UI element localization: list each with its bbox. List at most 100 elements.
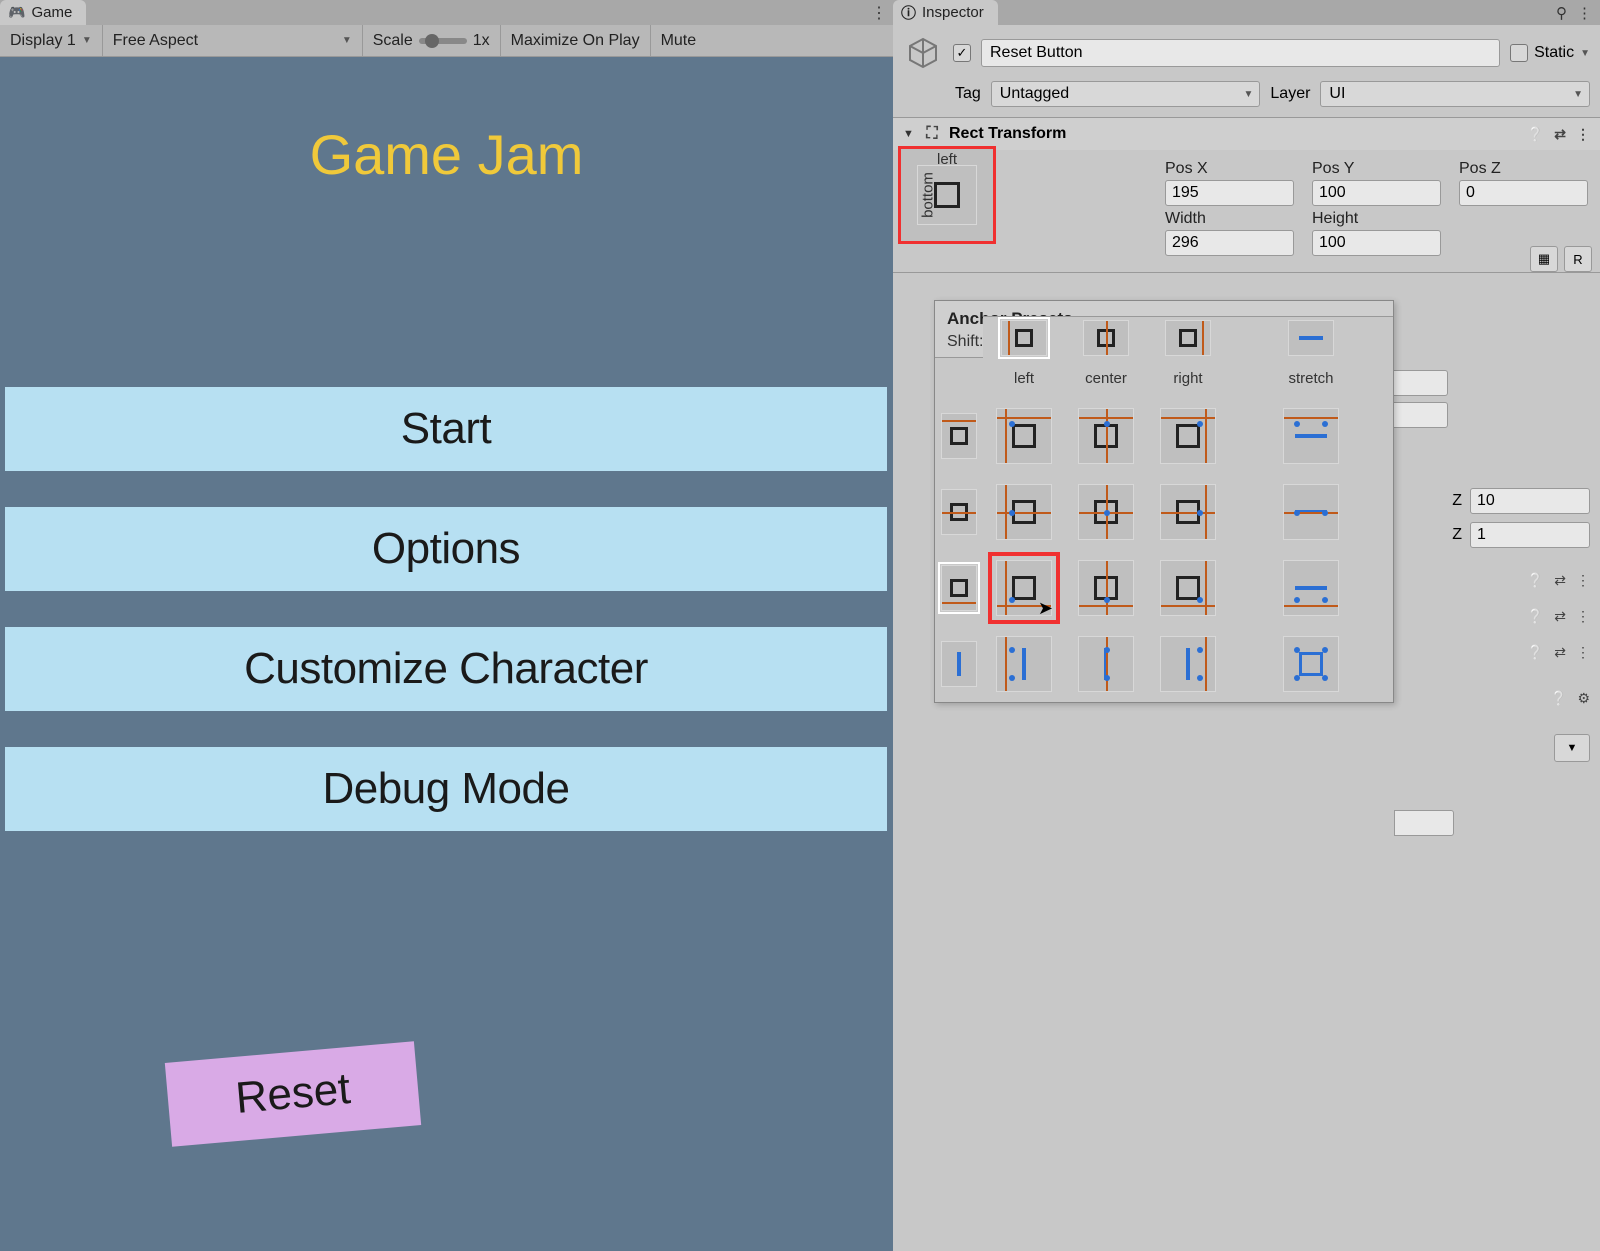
inspector-tab[interactable]: ⓘ Inspector — [893, 0, 998, 25]
preset-icon[interactable]: ⇄ — [1554, 608, 1566, 625]
anchor-cell-bottom-center[interactable] — [1078, 560, 1134, 616]
help-icon[interactable]: ❔ — [1527, 608, 1544, 625]
layer-dropdown[interactable]: UI▼ — [1320, 81, 1590, 107]
maximize-toggle[interactable]: Maximize On Play — [501, 25, 651, 57]
anchor-cell-top-stretch[interactable] — [1283, 408, 1339, 464]
anchor-presets-popup: Anchor Presets Shift: Also set pivot Alt… — [934, 300, 1394, 703]
tab-more-icon[interactable]: ⋮ — [871, 3, 887, 23]
preset-icon[interactable]: ⇄ — [1554, 644, 1566, 661]
mute-toggle[interactable]: Mute — [651, 25, 707, 57]
shader-dropdown-caret[interactable]: ▼ — [1554, 734, 1590, 762]
anchor-cell-none-left[interactable] — [1001, 320, 1047, 356]
posz-field[interactable]: 0 — [1459, 180, 1588, 206]
anchor-glyph-icon — [934, 182, 960, 208]
z-label: Z — [1444, 492, 1462, 510]
anchor-h-label: left — [901, 151, 993, 168]
display-dropdown[interactable]: Display 1▼ — [0, 25, 103, 57]
field-edge[interactable] — [1394, 810, 1454, 836]
reset-button[interactable]: Reset — [165, 1041, 421, 1146]
anchor-cell-stretch-center[interactable] — [1078, 636, 1134, 692]
menu-button-start[interactable]: Start — [5, 387, 887, 471]
gear-icon[interactable]: ⚙ — [1577, 690, 1590, 707]
help-icon[interactable]: ❔ — [1527, 572, 1544, 589]
anchor-cell-bottom-none[interactable] — [941, 565, 977, 611]
game-tab-label: Game — [31, 4, 72, 21]
anchor-cell-middle-stretch[interactable] — [1283, 484, 1339, 540]
anchor-cell-none-right[interactable] — [1165, 320, 1211, 356]
scale-z-row: Z 1 — [1444, 522, 1590, 548]
more-icon[interactable]: ⋮ — [1576, 644, 1590, 661]
gameobject-icon[interactable] — [903, 33, 943, 73]
menu-button-label: Debug Mode — [323, 764, 570, 814]
game-title: Game Jam — [0, 122, 893, 187]
expand-icon[interactable]: ▼ — [903, 128, 915, 140]
gameobject-name-value: Reset Button — [990, 44, 1083, 62]
anchor-cell-stretch-left[interactable] — [996, 636, 1052, 692]
scale-z-field[interactable]: 1 — [1470, 522, 1590, 548]
anchor-cell-stretch-stretch[interactable] — [1283, 636, 1339, 692]
aspect-dropdown[interactable]: Free Aspect ▼ — [103, 25, 363, 57]
anchor-cell-stretch-none[interactable] — [941, 641, 977, 687]
tab-more-icon[interactable]: ⋮ — [1577, 4, 1592, 22]
field-edge[interactable] — [1388, 370, 1448, 396]
inspector-tab-label: Inspector — [922, 4, 984, 21]
game-tab-bar: 🎮 Game ⋮ — [0, 0, 893, 25]
slider-knob[interactable] — [425, 34, 439, 48]
game-view: Game Jam Start Options Customize Charact… — [0, 57, 893, 1251]
menu-button-options[interactable]: Options — [5, 507, 887, 591]
object-header: ✓ Reset Button Static ▼ Tag Untagged▼ La… — [893, 25, 1600, 118]
anchor-cell-middle-center[interactable] — [1078, 484, 1134, 540]
anchor-cell-top-center[interactable] — [1078, 408, 1134, 464]
more-icon[interactable]: ⋮ — [1576, 572, 1590, 589]
more-icon[interactable]: ⋮ — [1576, 608, 1590, 625]
anchor-cell-middle-left[interactable] — [996, 484, 1052, 540]
anchor-v-label: bottom — [919, 172, 936, 218]
help-icon[interactable]: ❔ — [1527, 644, 1544, 661]
anchor-cell-none-center[interactable] — [1083, 320, 1129, 356]
component-header[interactable]: ▼ ⛶ Rect Transform ❔ ⇄ ⋮ — [893, 118, 1600, 150]
static-label: Static — [1534, 44, 1574, 62]
anchor-cell-top-none[interactable] — [941, 413, 977, 459]
col-header-right: right — [1147, 358, 1229, 398]
anchor-preset-button[interactable]: left bottom — [898, 146, 996, 244]
gameobject-enabled-checkbox[interactable]: ✓ — [953, 44, 971, 62]
tag-value: Untagged — [1000, 85, 1069, 103]
field-edge[interactable] — [1388, 402, 1448, 428]
component-title: Rect Transform — [949, 125, 1066, 143]
tag-dropdown[interactable]: Untagged▼ — [991, 81, 1261, 107]
anchor-cell-top-right[interactable] — [1160, 408, 1216, 464]
scale-label: Scale — [373, 32, 413, 50]
component-actions-row: ❔ ⇄ ⋮ — [1527, 608, 1590, 625]
anchor-cell-top-left[interactable] — [996, 408, 1052, 464]
gameobject-name-field[interactable]: Reset Button — [981, 39, 1500, 67]
posy-field[interactable]: 100 — [1312, 180, 1441, 206]
anchor-cell-middle-right[interactable] — [1160, 484, 1216, 540]
scale-slider[interactable] — [419, 38, 467, 44]
rotation-z-field[interactable]: 10 — [1470, 488, 1590, 514]
menu-button-debug[interactable]: Debug Mode — [5, 747, 887, 831]
scale-control[interactable]: Scale 1x — [363, 25, 501, 57]
width-field[interactable]: 296 — [1165, 230, 1294, 256]
help-icon[interactable]: ❔ — [1550, 690, 1567, 707]
anchor-cell-bottom-left[interactable]: ➤ — [996, 560, 1052, 616]
anchor-cell-none-stretch[interactable] — [1288, 320, 1334, 356]
anchor-cell-stretch-right[interactable] — [1160, 636, 1216, 692]
preset-icon[interactable]: ⇄ — [1554, 572, 1566, 589]
lock-icon[interactable]: ⚲ — [1556, 4, 1567, 22]
help-icon[interactable]: ❔ — [1527, 126, 1544, 143]
component-more-icon[interactable]: ⋮ — [1576, 126, 1590, 143]
menu-button-customize[interactable]: Customize Character — [5, 627, 887, 711]
height-field[interactable]: 100 — [1312, 230, 1441, 256]
col-header-center: center — [1065, 358, 1147, 398]
caret-icon[interactable]: ▼ — [1580, 48, 1590, 59]
posx-field[interactable]: 195 — [1165, 180, 1294, 206]
raw-mode-button[interactable]: R — [1564, 246, 1592, 272]
game-tab[interactable]: 🎮 Game — [0, 0, 86, 25]
static-checkbox[interactable] — [1510, 44, 1528, 62]
preset-icon[interactable]: ⇄ — [1554, 126, 1566, 143]
anchor-cell-bottom-right[interactable] — [1160, 560, 1216, 616]
blueprint-mode-button[interactable]: ▦ — [1530, 246, 1558, 272]
anchor-cell-bottom-stretch[interactable] — [1283, 560, 1339, 616]
menu-button-label: Start — [401, 404, 491, 454]
anchor-cell-middle-none[interactable] — [941, 489, 977, 535]
